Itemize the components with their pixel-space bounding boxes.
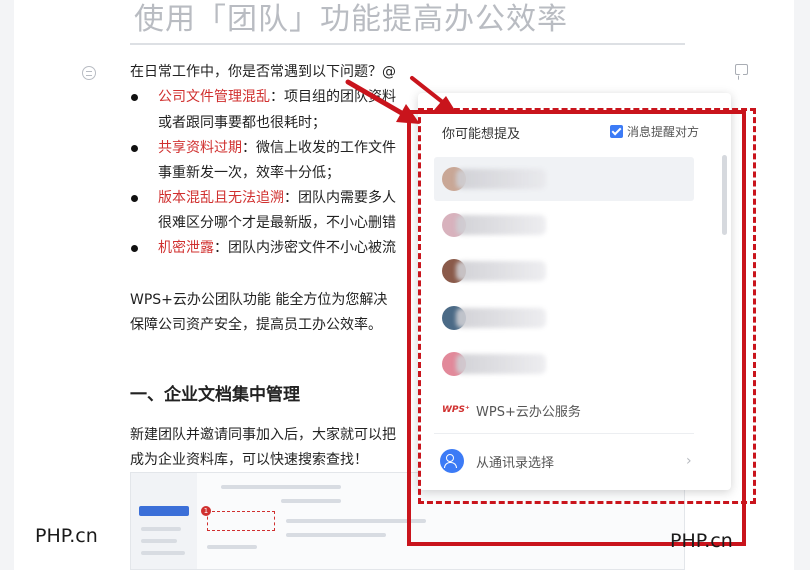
- watermark-right: PHP.cn: [670, 530, 733, 552]
- watermark-left: PHP.cn: [35, 525, 98, 547]
- annotation-arrow-icon: [345, 76, 456, 124]
